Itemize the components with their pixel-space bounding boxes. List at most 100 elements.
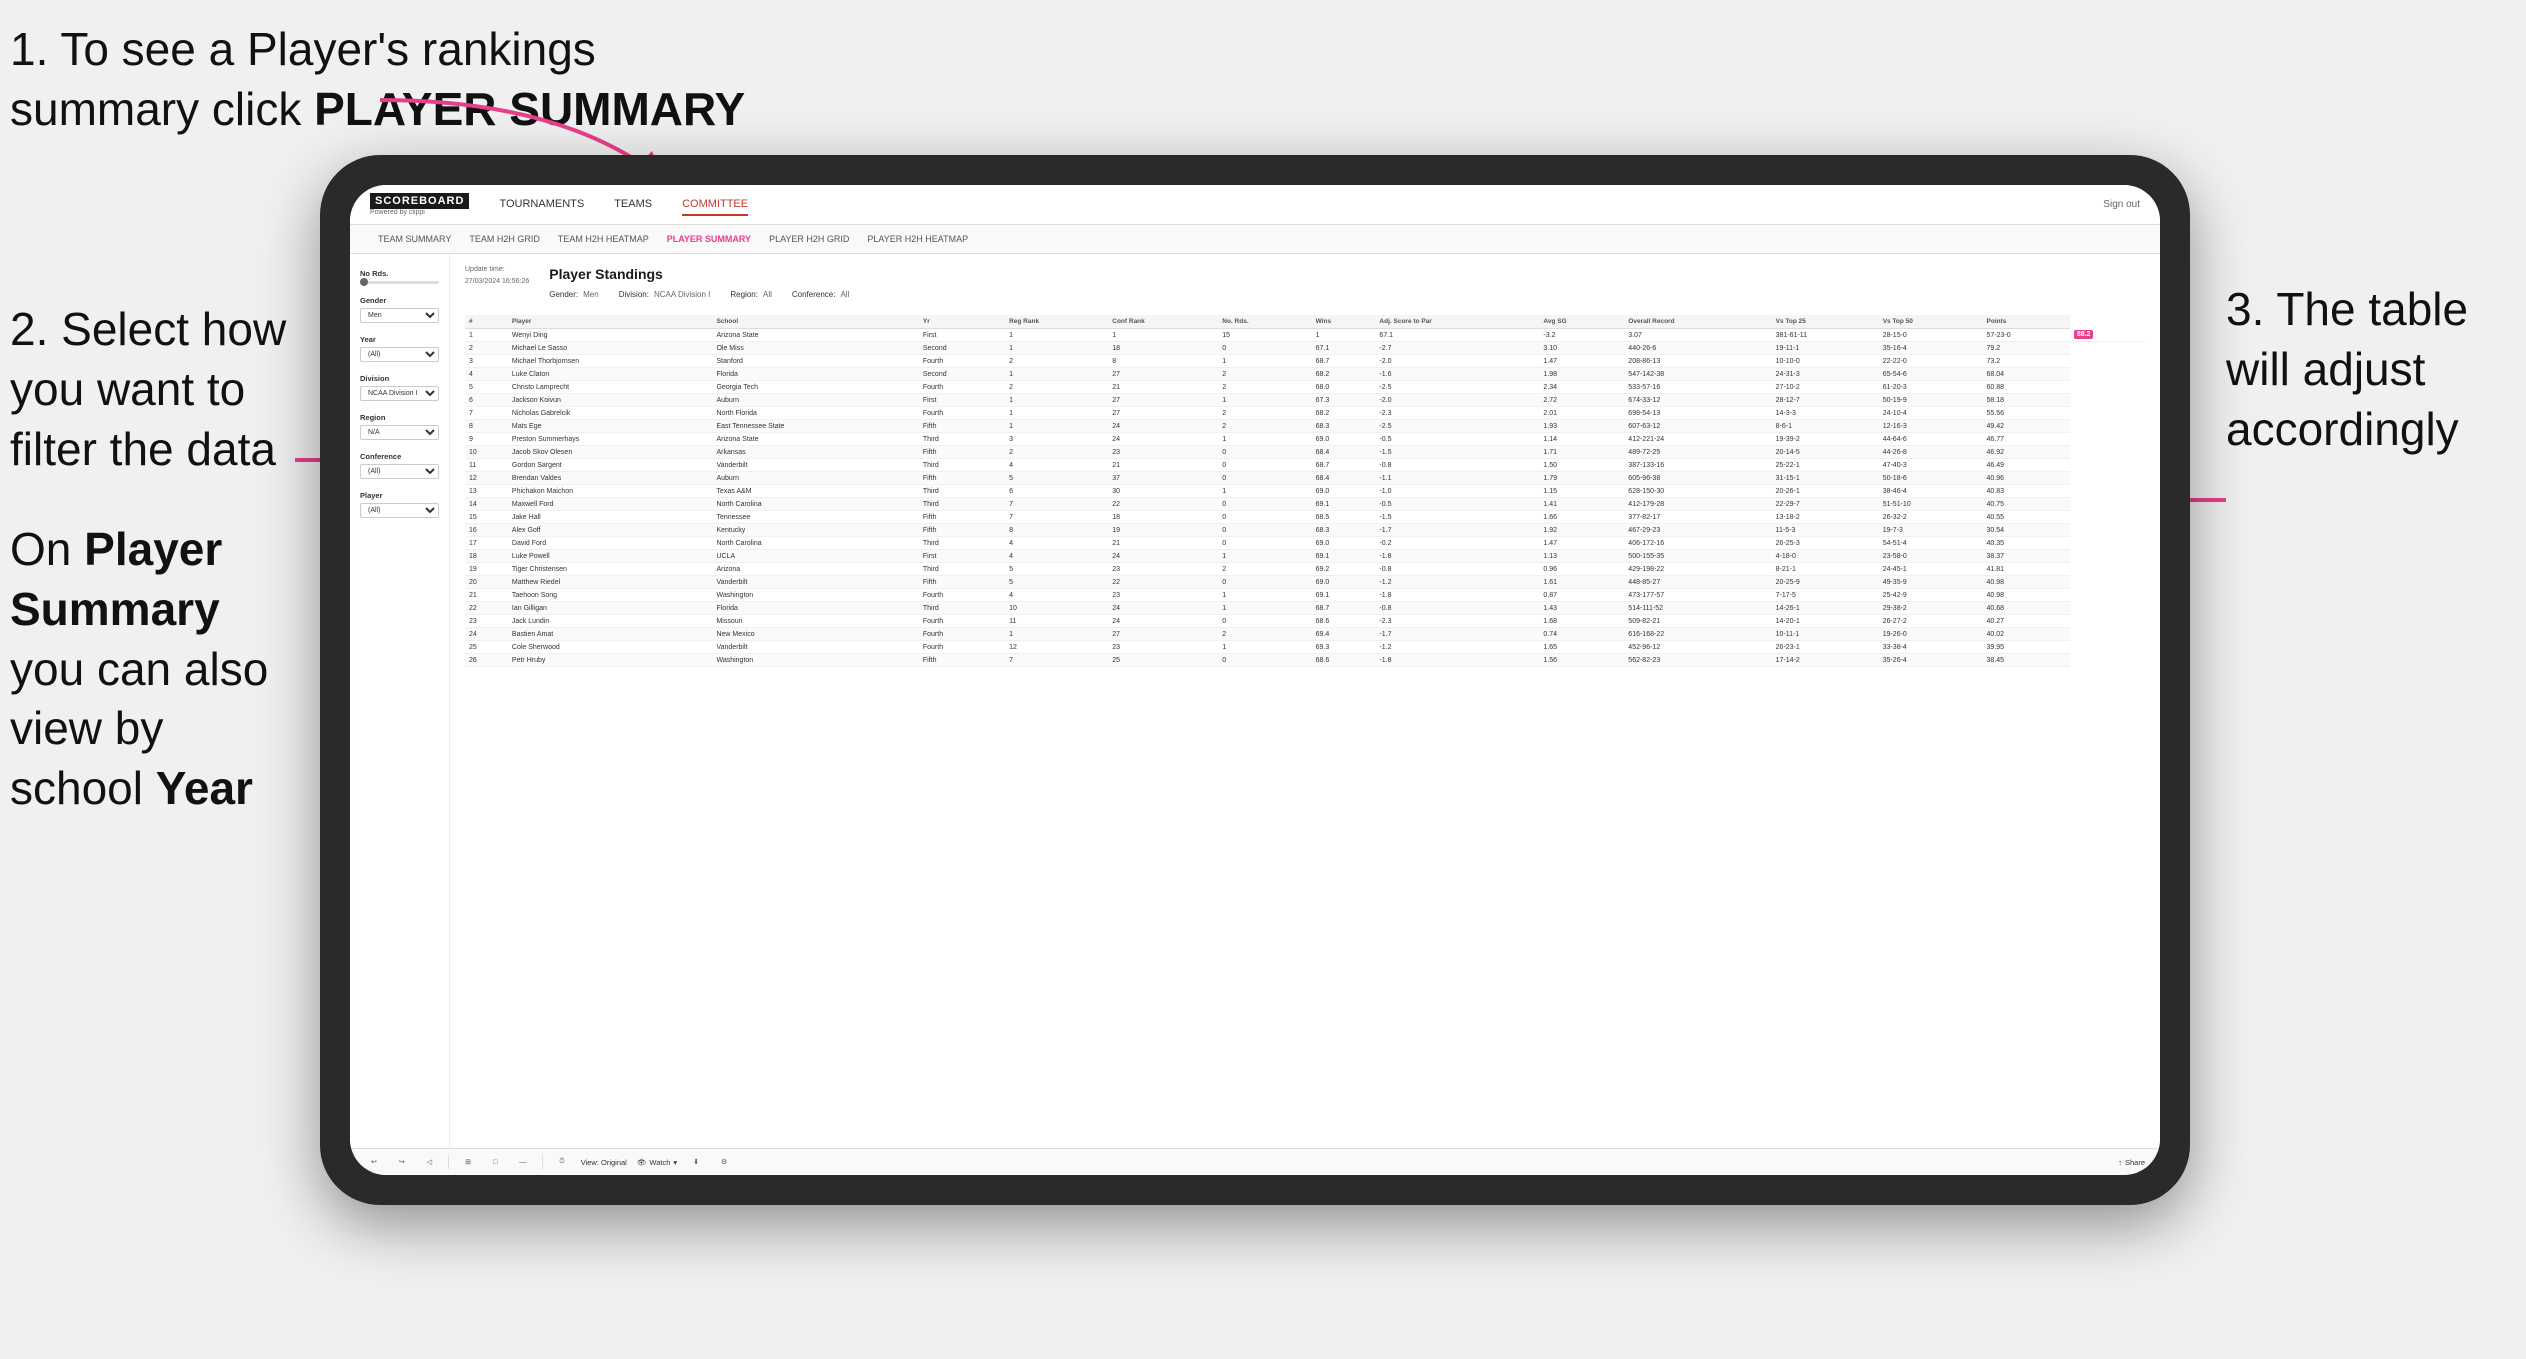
table-cell: Florida <box>712 602 918 615</box>
table-cell: 7-17-5 <box>1772 589 1879 602</box>
table-cell: 69.0 <box>1312 485 1376 498</box>
header-row: # Player School Yr Reg Rank Conf Rank No… <box>465 315 2145 329</box>
table-cell: 14-26-1 <box>1772 602 1879 615</box>
table-cell: 8 <box>1005 524 1108 537</box>
toolbar-divider-2 <box>542 1155 543 1169</box>
filter-division: Division: NCAA Division I <box>619 290 711 299</box>
toolbar-redo[interactable]: ↪ <box>393 1156 411 1168</box>
table-cell: North Carolina <box>712 498 918 511</box>
table-cell: 79.2 <box>1983 342 2070 355</box>
table-cell: -1.5 <box>1375 446 1539 459</box>
table-cell: 68.7 <box>1312 459 1376 472</box>
toolbar-paste[interactable]: □ <box>487 1157 503 1168</box>
toolbar-download[interactable]: ⬇ <box>687 1156 705 1168</box>
table-cell: Michael Le Sasso <box>508 342 713 355</box>
table-cell: 23 <box>1108 563 1218 576</box>
table-cell: Gordon Sargent <box>508 459 713 472</box>
table-row: 23Jack LundinMissouriFourth1124068.6-2.3… <box>465 615 2145 628</box>
table-cell: 22-22-0 <box>1879 355 1983 368</box>
filter-region-label: Region: <box>730 290 758 299</box>
table-cell: 0 <box>1218 342 1311 355</box>
nav-sign-out[interactable]: Sign out <box>2103 199 2140 210</box>
table-cell: 58.18 <box>1983 394 2070 407</box>
sidebar-player-section: Player (All) <box>360 491 439 518</box>
table-cell: 605-96-38 <box>1624 472 1771 485</box>
table-cell: 23 <box>1108 446 1218 459</box>
toolbar-minus[interactable]: — <box>513 1157 532 1168</box>
table-cell: 1 <box>1218 355 1311 368</box>
table-cell: 21 <box>465 589 508 602</box>
table-cell: 674-33-12 <box>1624 394 1771 407</box>
table-cell: 1.47 <box>1539 355 1624 368</box>
table-cell: 448-85-27 <box>1624 576 1771 589</box>
sidebar-no-rds: No Rds. <box>360 269 439 284</box>
table-cell: 41.81 <box>1983 563 2070 576</box>
sidebar-year-select[interactable]: (All) <box>360 347 439 362</box>
sidebar-player-select[interactable]: (All) <box>360 503 439 518</box>
toolbar-clock[interactable]: ⏱ <box>553 1156 570 1168</box>
nav-teams[interactable]: TEAMS <box>614 194 652 216</box>
table-cell: -2.3 <box>1375 615 1539 628</box>
table-cell: 27 <box>1108 368 1218 381</box>
table-cell: 69.0 <box>1312 537 1376 550</box>
table-cell: -2.0 <box>1375 355 1539 368</box>
table-cell: 8 <box>1108 355 1218 368</box>
sidebar-gender-select[interactable]: Men <box>360 308 439 323</box>
subnav-player-h2h-grid[interactable]: PLAYER H2H GRID <box>761 231 857 247</box>
sidebar-region-select[interactable]: N/A <box>360 425 439 440</box>
table-cell: 1 <box>1218 433 1311 446</box>
table-row: 19Tiger ChristensenArizonaThird523269.2-… <box>465 563 2145 576</box>
table-cell: 23-58-0 <box>1879 550 1983 563</box>
table-cell: Arizona State <box>712 433 918 446</box>
subnav-team-h2h-grid[interactable]: TEAM H2H GRID <box>461 231 548 247</box>
no-rds-slider[interactable] <box>360 281 439 284</box>
table-cell: Mats Ege <box>508 420 713 433</box>
table-cell: 1.66 <box>1539 511 1624 524</box>
table-cell: 24 <box>1108 602 1218 615</box>
table-cell: North Carolina <box>712 537 918 550</box>
table-cell: 25 <box>1108 654 1218 667</box>
subnav-team-h2h-heatmap[interactable]: TEAM H2H HEATMAP <box>550 231 657 247</box>
nav-tournaments[interactable]: TOURNAMENTS <box>499 194 584 216</box>
subnav-player-h2h-heatmap[interactable]: PLAYER H2H HEATMAP <box>859 231 976 247</box>
table-cell: 26-27-2 <box>1879 615 1983 628</box>
table-cell: 18 <box>465 550 508 563</box>
sidebar-division-select[interactable]: NCAA Division I <box>360 386 439 401</box>
watch-btn[interactable]: 👁 Watch ▾ <box>637 1158 677 1167</box>
table-cell: 1 <box>1312 329 1376 342</box>
table-cell: 1 <box>1108 329 1218 342</box>
toolbar-back[interactable]: ◁ <box>421 1156 438 1168</box>
filter-conference: Conference: All <box>792 290 849 299</box>
table-row: 21Taehoon SongWashingtonFourth423169.1-1… <box>465 589 2145 602</box>
toolbar-divider-1 <box>448 1155 449 1169</box>
table-cell: 44-26-8 <box>1879 446 1983 459</box>
toolbar-copy[interactable]: ⊞ <box>459 1156 477 1168</box>
nav-links: TOURNAMENTS TEAMS COMMITTEE <box>499 194 2103 216</box>
table-cell: 27-10-2 <box>1772 381 1879 394</box>
table-title: Player Standings <box>549 266 2145 282</box>
subnav-team-summary[interactable]: TEAM SUMMARY <box>370 231 459 247</box>
table-cell: 24-31-3 <box>1772 368 1879 381</box>
table-cell: -1.7 <box>1375 628 1539 641</box>
toolbar-settings[interactable]: ⚙ <box>715 1156 733 1168</box>
sidebar-region-section: Region N/A <box>360 413 439 440</box>
table-cell: 3 <box>465 355 508 368</box>
share-button[interactable]: ↑ Share <box>2118 1158 2145 1167</box>
col-player: Player <box>508 315 713 329</box>
toolbar-undo[interactable]: ↩ <box>365 1156 383 1168</box>
table-cell: 11 <box>465 459 508 472</box>
filter-conference-value: All <box>840 290 849 299</box>
sidebar-conference-select[interactable]: (All) <box>360 464 439 479</box>
view-original-btn[interactable]: View: Original <box>581 1158 627 1167</box>
sub-nav: TEAM SUMMARY TEAM H2H GRID TEAM H2H HEAT… <box>350 225 2160 254</box>
table-cell: 1 <box>1218 641 1311 654</box>
table-cell: Second <box>919 368 1005 381</box>
nav-committee[interactable]: COMMITTEE <box>682 194 748 216</box>
table-cell: 38.45 <box>1983 654 2070 667</box>
table-cell: 2 <box>465 342 508 355</box>
subnav-player-summary[interactable]: PLAYER SUMMARY <box>659 231 759 247</box>
sidebar-no-rds-label: No Rds. <box>360 269 439 278</box>
table-cell: Fourth <box>919 641 1005 654</box>
table-cell: 1 <box>1005 420 1108 433</box>
table-cell: 46.92 <box>1983 446 2070 459</box>
